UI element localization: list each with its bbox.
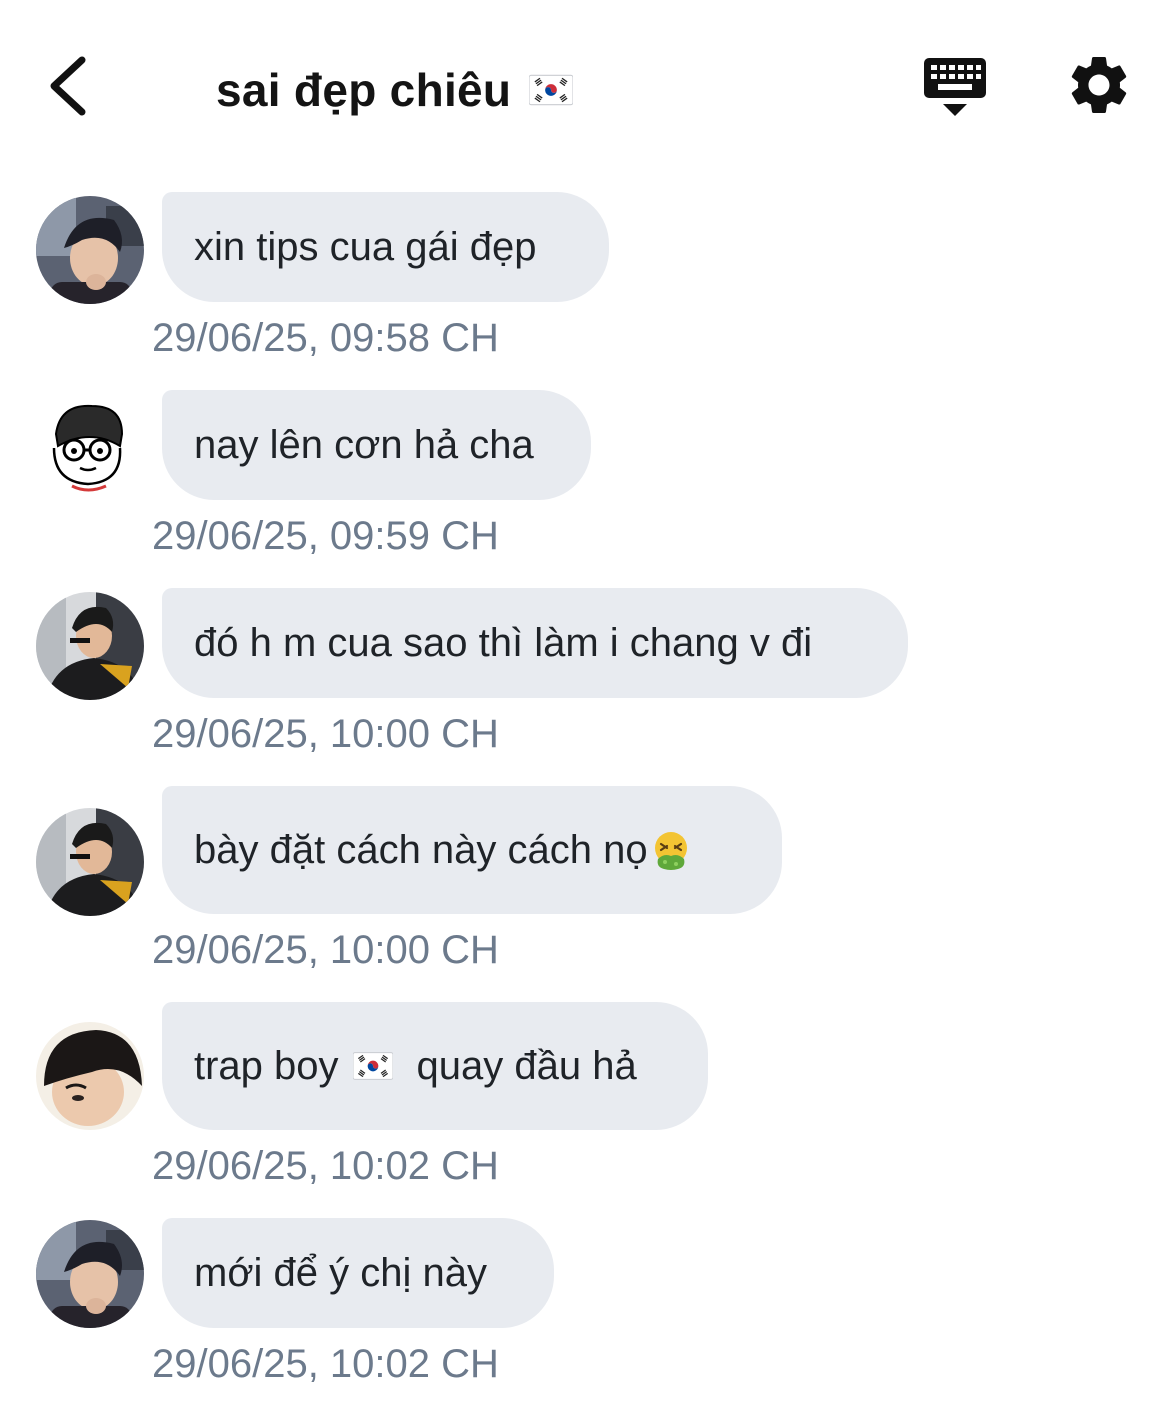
message-timestamp: 29/06/25, 09:59 CH <box>152 514 499 558</box>
chevron-left-icon <box>50 56 86 116</box>
back-button[interactable] <box>36 48 100 124</box>
message-timestamp: 29/06/25, 10:02 CH <box>152 1342 499 1386</box>
message-text: bày đặt cách này cách nọ <box>194 827 648 872</box>
message-bubble[interactable]: mới để ý chị này <box>162 1218 554 1328</box>
message-timestamp: 29/06/25, 10:00 CH <box>152 712 499 756</box>
south-korea-flag-icon <box>529 74 573 106</box>
chat-title: sai đẹp chiêu <box>216 64 512 116</box>
message-text: xin tips cua gái đẹp <box>194 224 537 269</box>
message-bubble[interactable]: đó h m cua sao thì làm i chang v đi <box>162 588 908 698</box>
message-bubble[interactable]: nay lên cơn hả cha <box>162 390 591 500</box>
message-text: nay lên cơn hả cha <box>194 422 534 467</box>
message-timestamp: 29/06/25, 10:00 CH <box>152 928 499 972</box>
avatar[interactable] <box>36 1220 144 1328</box>
message-text-before: trap boy <box>194 1043 339 1088</box>
message-text: mới để ý chị này <box>194 1250 488 1295</box>
chat-header: sai đẹp chiêu <box>0 0 1170 170</box>
message-bubble[interactable]: bày đặt cách này cách nọ <box>162 786 782 914</box>
settings-button[interactable] <box>1064 50 1134 120</box>
avatar[interactable] <box>36 592 144 700</box>
vomiting-face-icon <box>654 832 687 870</box>
avatar[interactable] <box>36 1022 144 1130</box>
avatar[interactable] <box>36 808 144 916</box>
keyboard-button[interactable] <box>920 52 990 122</box>
keyboard-icon <box>924 58 986 116</box>
message-timestamp: 29/06/25, 09:58 CH <box>152 316 499 360</box>
message-text-after: quay đầu hả <box>416 1043 637 1088</box>
gear-icon <box>1071 56 1127 113</box>
message-bubble[interactable]: trap boy quay đầu hả <box>162 1002 708 1130</box>
chat-title-group: sai đẹp chiêu <box>216 58 573 122</box>
south-korea-flag-icon <box>353 1051 393 1081</box>
avatar[interactable] <box>36 196 144 304</box>
avatar[interactable] <box>36 394 144 502</box>
message-bubble[interactable]: xin tips cua gái đẹp <box>162 192 609 302</box>
message-timestamp: 29/06/25, 10:02 CH <box>152 1144 499 1188</box>
message-text: đó h m cua sao thì làm i chang v đi <box>194 620 813 665</box>
